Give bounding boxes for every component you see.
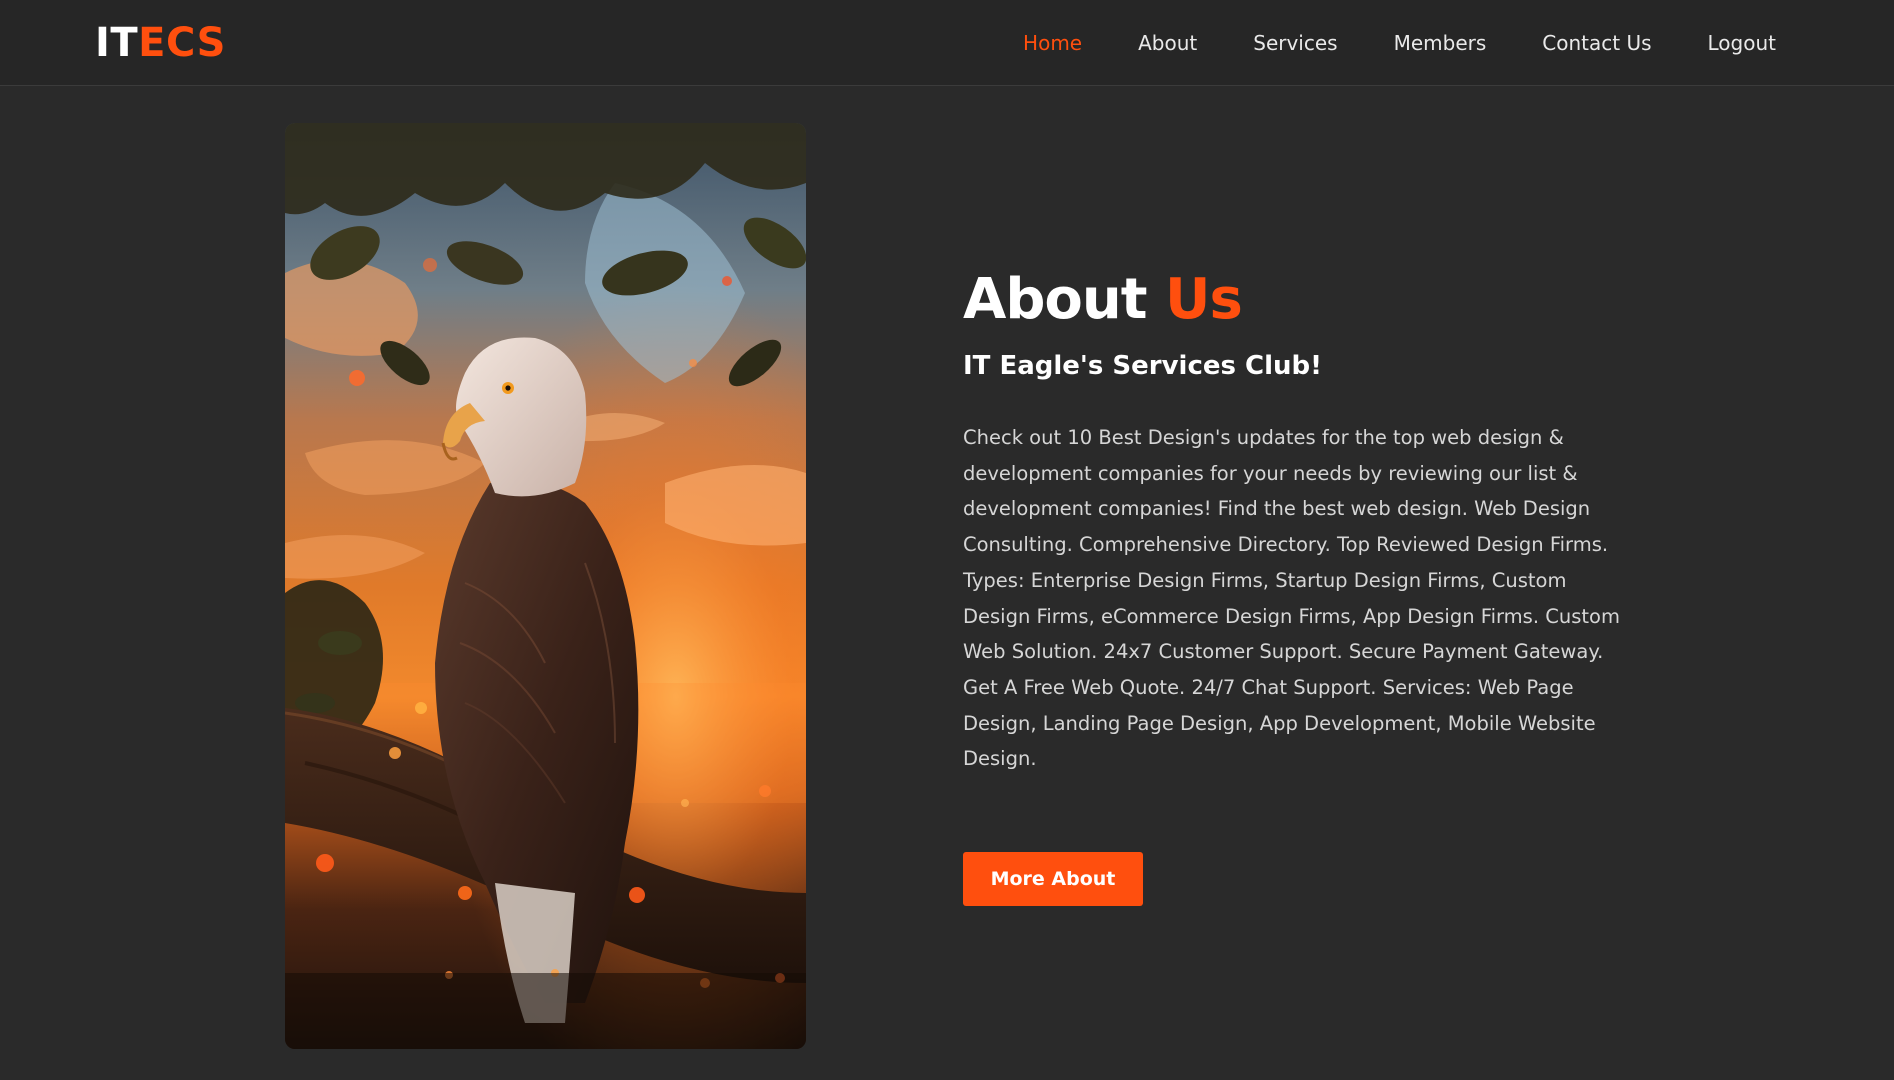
- about-description: Check out 10 Best Design's updates for t…: [963, 426, 1620, 771]
- about-title-main: About: [963, 267, 1166, 332]
- eagle-photo: [285, 123, 806, 1049]
- eagle-illustration: [285, 123, 806, 1049]
- about-title: About Us: [963, 262, 1643, 338]
- nav-services[interactable]: Services: [1253, 28, 1337, 58]
- nav-logout[interactable]: Logout: [1708, 28, 1776, 58]
- nav-members[interactable]: Members: [1394, 28, 1487, 58]
- about-title-highlight: Us: [1165, 267, 1243, 332]
- about-subtitle: IT Eagle's Services Club!: [963, 351, 1322, 381]
- site-logo[interactable]: ITECS: [95, 20, 226, 66]
- more-about-button[interactable]: More About: [963, 852, 1143, 906]
- nav-contact-us[interactable]: Contact Us: [1542, 28, 1651, 58]
- nav-about[interactable]: About: [1138, 28, 1197, 58]
- about-section: About Us IT Eagle's Services Club! Check…: [963, 262, 1643, 777]
- logo-text-it: IT: [95, 20, 139, 66]
- main-nav: Home About Services Members Contact Us L…: [1023, 28, 1776, 58]
- logo-text-ecs: ECS: [138, 20, 226, 66]
- site-header: ITECS Home About Services Members Contac…: [0, 0, 1894, 86]
- nav-home[interactable]: Home: [1023, 28, 1082, 58]
